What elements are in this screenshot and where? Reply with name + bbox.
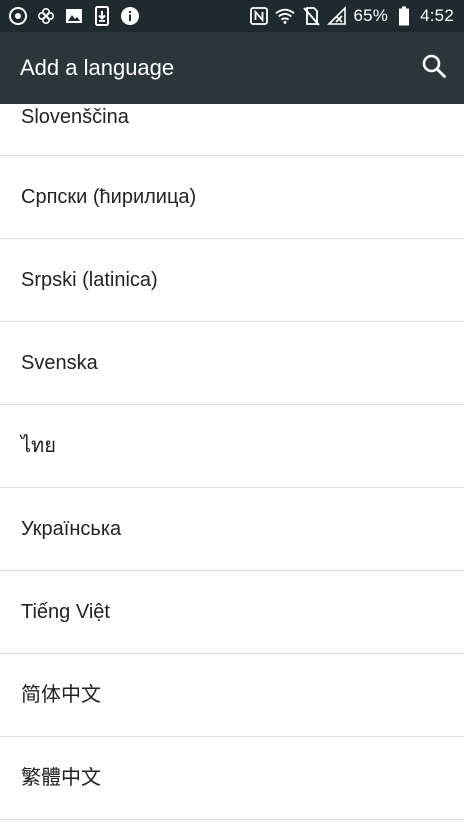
- info-icon: [120, 6, 140, 26]
- battery-icon: [394, 6, 414, 26]
- status-bar-system: 65% 4:52: [249, 4, 454, 28]
- nfc-icon: [249, 6, 269, 26]
- list-item[interactable]: Tiếng Việt: [0, 571, 464, 654]
- page-title: Add a language: [20, 55, 175, 80]
- list-item[interactable]: ไทย: [0, 405, 464, 488]
- language-label: Srpski (latinica): [21, 269, 158, 291]
- language-label: Српски (ћирилица): [21, 186, 197, 208]
- search-button[interactable]: [416, 50, 452, 86]
- language-label: ไทย: [21, 435, 56, 457]
- flower-app-icon: [36, 6, 56, 26]
- language-list[interactable]: Slovenščina Српски (ћирилица) Srpski (la…: [0, 104, 464, 825]
- list-item[interactable]: Srpski (latinica): [0, 239, 464, 322]
- no-sim-icon: [301, 6, 321, 26]
- circle-app-icon: [8, 6, 28, 26]
- wifi-icon: [275, 6, 296, 26]
- battery-percent: 65%: [353, 6, 389, 25]
- language-label: Slovenščina: [21, 106, 129, 128]
- app-bar: Add a language: [0, 32, 464, 104]
- status-bar: 65% 4:52: [0, 0, 464, 32]
- image-icon: [64, 6, 84, 26]
- list-item[interactable]: Українська: [0, 488, 464, 571]
- language-label: Svenska: [21, 352, 98, 374]
- language-label: 简体中文: [21, 684, 101, 706]
- status-bar-notifications: [8, 4, 140, 28]
- clock: 4:52: [420, 6, 454, 25]
- no-signal-icon: [327, 6, 347, 26]
- list-item[interactable]: 简体中文: [0, 654, 464, 737]
- download-icon: [92, 6, 112, 26]
- list-item[interactable]: Slovenščina: [0, 104, 464, 156]
- language-label: Українська: [21, 518, 122, 540]
- list-item[interactable]: Svenska: [0, 322, 464, 405]
- language-label: Tiếng Việt: [21, 601, 110, 623]
- search-icon: [421, 53, 447, 84]
- list-item[interactable]: Српски (ћирилица): [0, 156, 464, 239]
- language-label: 繁體中文: [21, 767, 101, 789]
- list-item[interactable]: 繁體中文: [0, 737, 464, 820]
